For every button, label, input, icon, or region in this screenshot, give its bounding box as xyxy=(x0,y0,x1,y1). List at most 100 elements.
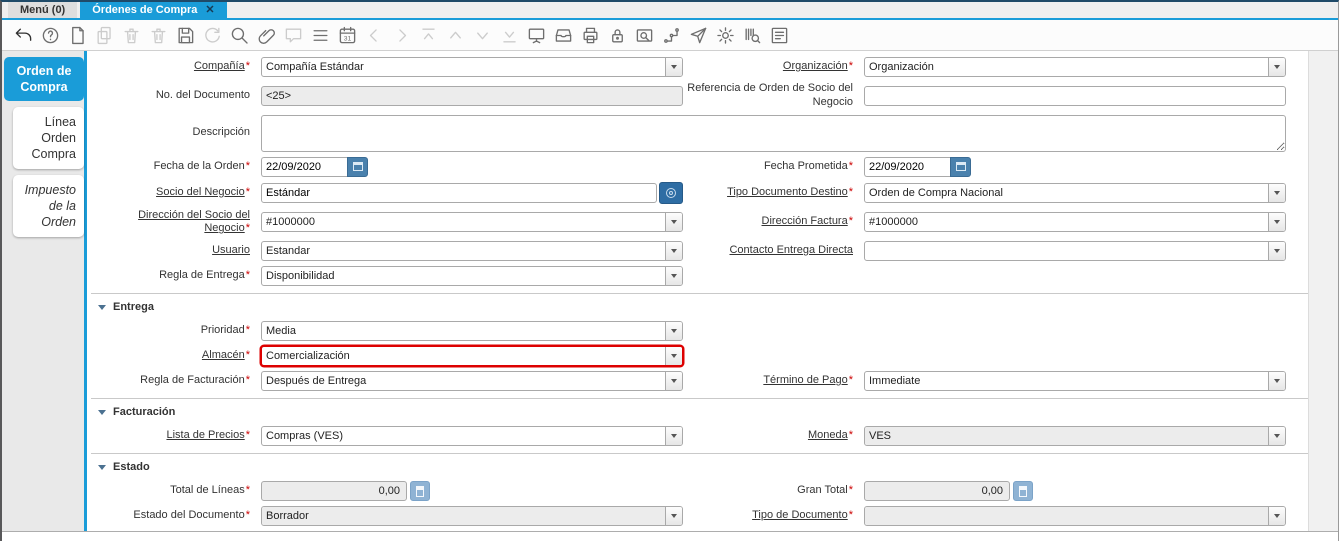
row-direcciones: Dirección del Socio del Negocio* Direcci… xyxy=(91,209,1308,237)
fecha-prometida-input[interactable] xyxy=(864,157,950,177)
termino-pago-input[interactable] xyxy=(865,372,1268,390)
moneda-combobox[interactable] xyxy=(864,426,1286,446)
undo-icon[interactable] xyxy=(14,26,33,45)
tipo-doc-destino-input[interactable] xyxy=(865,184,1268,202)
chevron-down-icon[interactable] xyxy=(1268,184,1285,202)
contacto-input[interactable] xyxy=(865,242,1268,260)
organizacion-label[interactable]: Organización* xyxy=(687,60,860,74)
dir-factura-label[interactable]: Dirección Factura* xyxy=(687,215,860,229)
calculator-button[interactable] xyxy=(410,481,430,501)
chevron-down-icon[interactable] xyxy=(665,427,682,445)
window-customization-icon[interactable] xyxy=(716,26,735,45)
calendar-button[interactable] xyxy=(950,157,971,177)
regla-entrega-combobox[interactable] xyxy=(261,266,683,286)
calculator-button[interactable] xyxy=(1013,481,1033,501)
compania-input[interactable] xyxy=(262,58,665,76)
dir-factura-input[interactable] xyxy=(865,213,1268,231)
product-info-icon[interactable] xyxy=(743,26,762,45)
grid-toggle-icon[interactable] xyxy=(311,26,330,45)
chevron-down-icon[interactable] xyxy=(1268,507,1285,525)
sidebar-tab-linea-orden-compra[interactable]: Línea Orden Compra xyxy=(13,107,84,169)
report-view-icon[interactable] xyxy=(770,26,789,45)
regla-facturacion-input[interactable] xyxy=(262,372,665,390)
usuario-input[interactable] xyxy=(262,242,665,260)
tipo-documento-combobox[interactable] xyxy=(864,506,1286,526)
new-record-icon[interactable] xyxy=(68,26,87,45)
usuario-combobox[interactable] xyxy=(261,241,683,261)
dir-factura-combobox[interactable] xyxy=(864,212,1286,232)
referencia-input[interactable] xyxy=(864,86,1286,106)
lista-precios-combobox[interactable] xyxy=(261,426,683,446)
moneda-label[interactable]: Moneda* xyxy=(687,429,860,443)
termino-pago-combobox[interactable] xyxy=(864,371,1286,391)
termino-pago-label[interactable]: Término de Pago* xyxy=(687,374,860,388)
contacto-combobox[interactable] xyxy=(864,241,1286,261)
dir-socio-label[interactable]: Dirección del Socio del Negocio* xyxy=(91,209,257,237)
socio-label[interactable]: Socio del Negocio* xyxy=(91,186,257,200)
almacen-input[interactable] xyxy=(262,347,665,365)
row-usuario-contacto: Usuario Contacto Entrega Directa xyxy=(91,241,1308,261)
chevron-down-icon[interactable] xyxy=(665,213,682,231)
lista-precios-label[interactable]: Lista de Precios* xyxy=(91,429,257,443)
tipo-documento-label[interactable]: Tipo de Documento* xyxy=(687,509,860,523)
dir-socio-combobox[interactable] xyxy=(261,212,683,232)
chevron-down-icon[interactable] xyxy=(665,322,682,340)
tipo-doc-destino-label[interactable]: Tipo Documento Destino* xyxy=(687,186,860,200)
chevron-down-icon[interactable] xyxy=(665,347,682,365)
chevron-down-icon[interactable] xyxy=(665,507,682,525)
history-calendar-icon[interactable]: 31 xyxy=(338,26,357,45)
prioridad-input[interactable] xyxy=(262,322,665,340)
sidebar-tab-orden-de-compra[interactable]: Orden de Compra xyxy=(4,57,84,101)
descripcion-textarea[interactable] xyxy=(261,115,1286,152)
regla-entrega-input[interactable] xyxy=(262,267,665,285)
compania-label[interactable]: Compañía* xyxy=(91,60,257,74)
print-preview-icon[interactable] xyxy=(635,26,654,45)
usuario-label[interactable]: Usuario xyxy=(91,244,257,258)
print-icon[interactable] xyxy=(581,26,600,45)
private-record-lock-icon[interactable] xyxy=(608,26,627,45)
attachment-icon[interactable] xyxy=(257,26,276,45)
record-info-button[interactable] xyxy=(659,182,683,204)
chevron-down-icon[interactable] xyxy=(665,372,682,390)
gran-total-label: Gran Total* xyxy=(687,484,860,498)
estado-documento-combobox[interactable] xyxy=(261,506,683,526)
chevron-down-icon[interactable] xyxy=(1268,58,1285,76)
chevron-down-icon[interactable] xyxy=(665,58,682,76)
tipo-doc-destino-combobox[interactable] xyxy=(864,183,1286,203)
find-icon[interactable] xyxy=(230,26,249,45)
request-icon[interactable] xyxy=(689,26,708,45)
save-icon[interactable] xyxy=(176,26,195,45)
organizacion-combobox[interactable] xyxy=(864,57,1286,77)
chevron-down-icon[interactable] xyxy=(1268,427,1285,445)
chevron-down-icon[interactable] xyxy=(1268,213,1285,231)
regla-facturacion-combobox[interactable] xyxy=(261,371,683,391)
archive-icon[interactable] xyxy=(554,26,573,45)
chevron-down-icon[interactable] xyxy=(1268,242,1285,260)
dir-socio-input[interactable] xyxy=(262,213,665,231)
report-icon[interactable] xyxy=(527,26,546,45)
calendar-button[interactable] xyxy=(347,157,368,177)
workflow-icon[interactable] xyxy=(662,26,681,45)
compania-combobox[interactable] xyxy=(261,57,683,77)
tab-menu[interactable]: Menú (0) xyxy=(8,2,77,18)
almacen-combobox-highlighted[interactable] xyxy=(261,346,683,366)
collapse-icon xyxy=(98,410,106,415)
close-icon[interactable]: ✕ xyxy=(205,3,214,16)
socio-input[interactable] xyxy=(261,183,657,203)
section-header-estado[interactable]: Estado xyxy=(98,461,1308,473)
chevron-down-icon[interactable] xyxy=(665,242,682,260)
contacto-label[interactable]: Contacto Entrega Directa xyxy=(687,244,860,258)
help-icon[interactable] xyxy=(41,26,60,45)
tab-ordenes-de-compra[interactable]: Órdenes de Compra ✕ xyxy=(80,1,226,18)
organizacion-input[interactable] xyxy=(865,58,1268,76)
lista-precios-input[interactable] xyxy=(262,427,665,445)
almacen-label[interactable]: Almacén* xyxy=(91,349,257,363)
section-header-facturacion[interactable]: Facturación xyxy=(98,406,1308,418)
sidebar-tab-impuesto-de-la-orden[interactable]: Impuesto de la Orden xyxy=(13,175,84,237)
chevron-down-icon[interactable] xyxy=(665,267,682,285)
section-header-entrega[interactable]: Entrega xyxy=(98,301,1308,313)
prioridad-combobox[interactable] xyxy=(261,321,683,341)
chevron-down-icon[interactable] xyxy=(1268,372,1285,390)
fecha-orden-input[interactable] xyxy=(261,157,347,177)
referencia-label: Referencia de Orden de Socio del Negocio xyxy=(687,82,860,110)
